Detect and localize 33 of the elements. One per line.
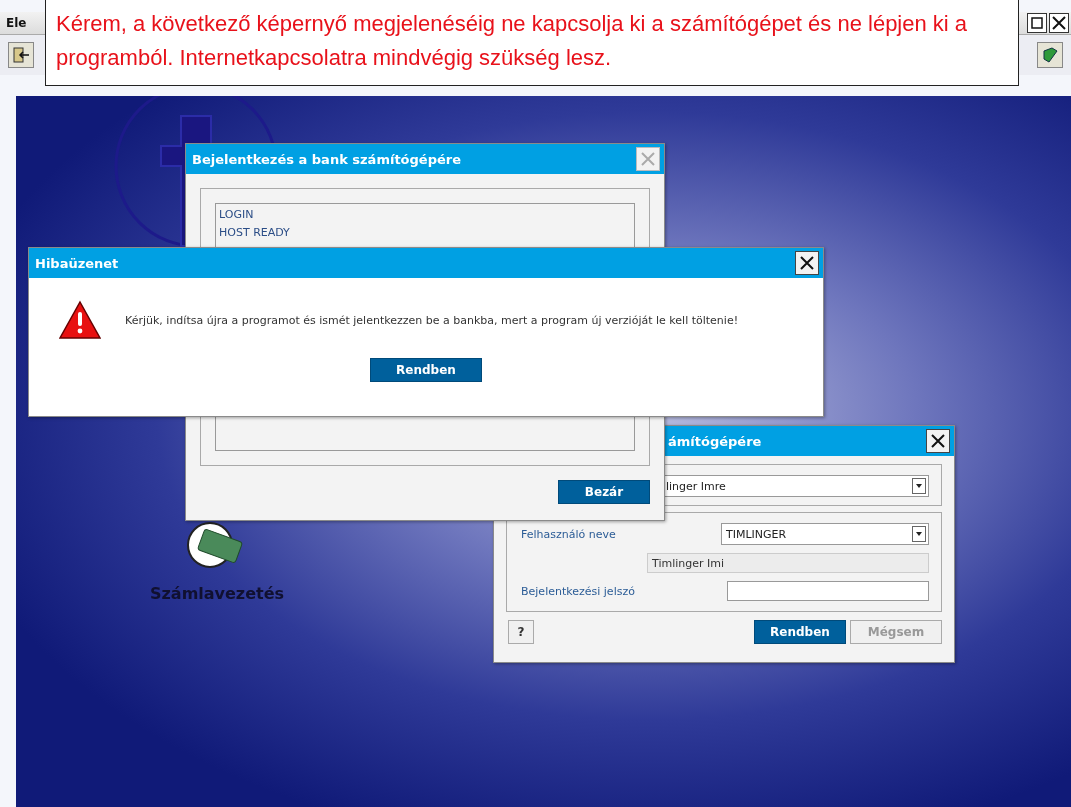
notice-callout: Kérem, a következő képernyő megjelenéséig ne kapcsolja ki a számítógépet és ne lépjen ki a programból. Internetkapcsolatra mindvégig szükség lesz. xyxy=(45,0,1019,86)
door-arrow-icon xyxy=(12,46,30,64)
caret-icon xyxy=(916,532,922,536)
caret-icon xyxy=(916,484,922,488)
dialog-title: Hibaüzenet xyxy=(35,255,119,271)
maximize-button[interactable] xyxy=(1027,13,1047,33)
close-window-button[interactable]: Bezár xyxy=(558,480,650,504)
close-button[interactable] xyxy=(795,251,819,275)
dialog-title: ámítógépére xyxy=(668,433,762,449)
window-title: Ele xyxy=(6,16,27,30)
full-name-field: Timlinger Imi xyxy=(647,553,929,573)
ok-button[interactable]: Rendben xyxy=(370,358,482,382)
close-icon xyxy=(931,434,945,448)
help-button[interactable]: ? xyxy=(508,620,534,644)
password-field[interactable] xyxy=(727,581,929,601)
close-icon xyxy=(641,152,655,166)
field-label: Bejelentkezési jelszó xyxy=(521,584,635,598)
close-button[interactable] xyxy=(1049,13,1069,33)
help-book-button[interactable] xyxy=(1037,42,1063,68)
error-message: Kérjük, indítsa újra a programot és ismét jelentkezzen be a bankba, mert a program új verzióját le kell töltenie! xyxy=(125,313,739,327)
book-icon xyxy=(1041,46,1059,64)
dialog-title: Bejelentkezés a bank számítógépére xyxy=(192,151,461,167)
log-line: HOST READY xyxy=(219,226,291,239)
warning-icon xyxy=(59,300,101,340)
field-label: Felhasználó neve xyxy=(521,527,616,541)
close-icon xyxy=(800,256,814,270)
user-select[interactable]: TIMLINGER xyxy=(721,523,929,545)
exit-button[interactable] xyxy=(8,42,34,68)
close-icon xyxy=(1052,16,1066,30)
maximize-icon xyxy=(1031,17,1043,29)
close-button[interactable] xyxy=(926,429,950,453)
log-line: LOGIN xyxy=(219,208,255,221)
ok-button[interactable]: Rendben xyxy=(754,620,846,644)
